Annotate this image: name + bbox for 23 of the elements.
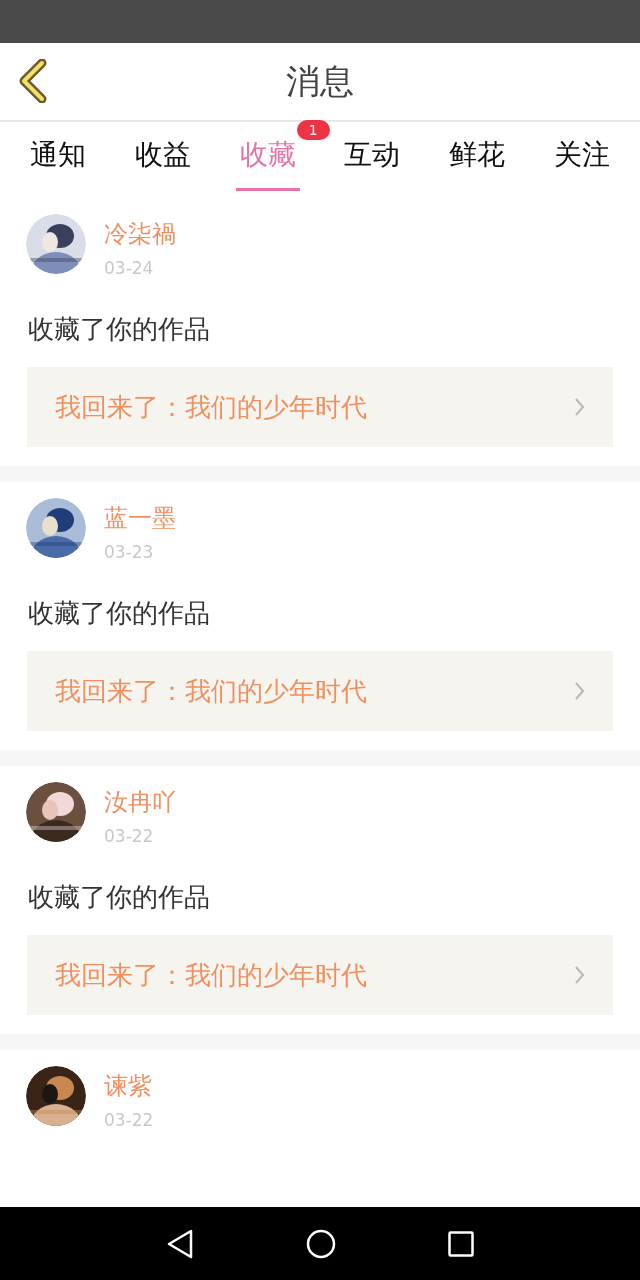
page-title: 消息 xyxy=(286,59,354,103)
count-badge: 1 xyxy=(296,119,330,140)
tab[interactable]: 互动 xyxy=(340,129,405,191)
back-icon[interactable] xyxy=(18,59,48,103)
user-name[interactable]: 谏紫 xyxy=(104,1070,154,1102)
chevron-icon xyxy=(575,398,585,416)
tab[interactable]: 收益 xyxy=(131,129,195,191)
message-text: 收藏了你的作品 xyxy=(27,597,211,630)
chevron-icon xyxy=(575,682,585,700)
tab[interactable]: 鲜花 xyxy=(444,129,509,191)
tab[interactable]: 关注 xyxy=(549,129,614,191)
user-name[interactable]: 冷柒禍 xyxy=(104,218,176,250)
work-link[interactable]: 我回来了：我们的少年时代 xyxy=(27,367,613,447)
tab[interactable]: 通知 xyxy=(26,129,91,191)
work-link[interactable]: 我回来了：我们的少年时代 xyxy=(27,651,613,731)
chevron-icon xyxy=(575,966,585,984)
message-text: 收藏了你的作品 xyxy=(27,313,211,346)
recents-icon[interactable] xyxy=(448,1230,474,1257)
message-text: 收藏了你的作品 xyxy=(27,881,211,914)
user-name[interactable]: 蓝一墨 xyxy=(104,502,176,534)
home-icon[interactable] xyxy=(306,1228,336,1259)
user-name[interactable]: 汝冉吖 xyxy=(104,786,176,818)
work-link[interactable]: 我回来了：我们的少年时代 xyxy=(27,935,613,1015)
